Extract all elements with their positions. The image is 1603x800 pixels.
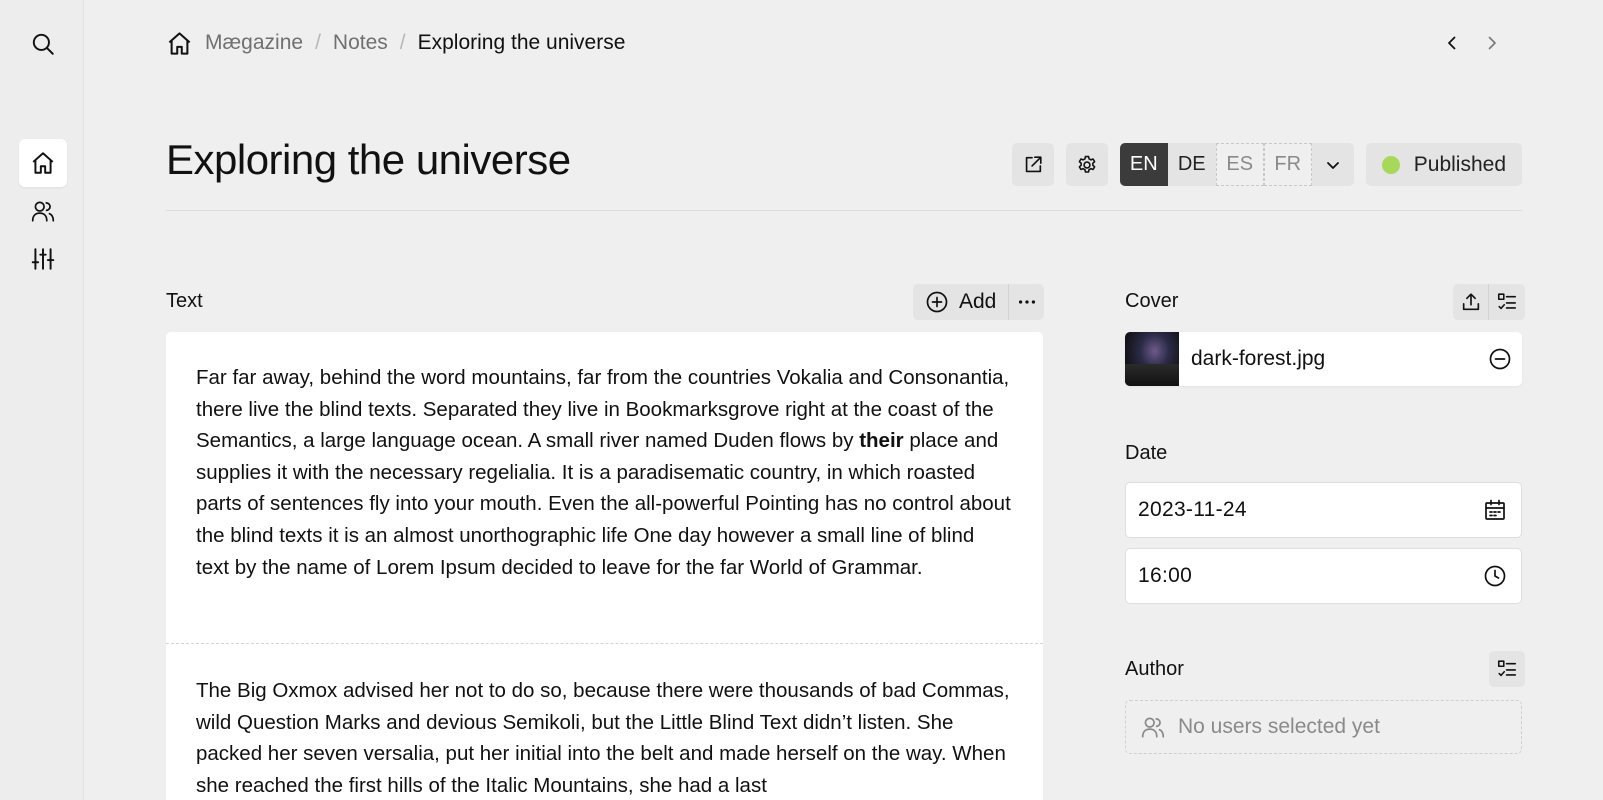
text-block[interactable]: Far far away, behind the word mountains,…: [196, 362, 1013, 583]
date-field-label: Date: [1125, 442, 1168, 464]
previous-page-button[interactable]: [1441, 28, 1463, 58]
next-page-button[interactable]: [1481, 28, 1503, 58]
chevron-right-icon: [1488, 36, 1496, 50]
language-es[interactable]: ES: [1215, 143, 1264, 186]
search-icon: [32, 33, 54, 55]
nav-users[interactable]: [19, 187, 67, 235]
page-pager: [1441, 28, 1503, 58]
language-en[interactable]: EN: [1119, 143, 1168, 186]
breadcrumb-item-site[interactable]: Mægazine: [205, 31, 303, 55]
upload-icon: [1462, 293, 1479, 311]
text-options-button[interactable]: [1008, 284, 1045, 320]
home-icon[interactable]: [166, 30, 193, 57]
status-label: Published: [1413, 152, 1506, 176]
author-empty-state[interactable]: No users selected yet: [1125, 700, 1522, 754]
language-dropdown-button[interactable]: [1311, 143, 1354, 186]
calendar-button[interactable]: [1481, 496, 1509, 524]
text-toolbar: Add: [913, 284, 1045, 320]
text-field-label: Text: [166, 290, 203, 312]
page-title[interactable]: Exploring the universe: [166, 136, 571, 184]
add-block-button[interactable]: Add: [913, 284, 1009, 320]
checklist-icon: [1497, 293, 1517, 310]
cover-file-item[interactable]: dark-forest.jpg: [1125, 332, 1522, 386]
left-rail: [0, 0, 84, 800]
cover-thumbnail: [1125, 332, 1179, 386]
block-divider: [166, 643, 1043, 644]
time-picker-button[interactable]: [1481, 562, 1509, 590]
nav-settings[interactable]: [19, 235, 67, 283]
language-de[interactable]: DE: [1167, 143, 1216, 186]
checklist-icon: [1497, 660, 1517, 677]
select-users-button[interactable]: [1489, 651, 1525, 687]
breadcrumb-item-notes[interactable]: Notes: [333, 31, 388, 55]
page-settings-button[interactable]: [1065, 143, 1108, 186]
breadcrumb: Mægazine / Notes / Exploring the univers…: [166, 26, 625, 60]
cover-file-name: dark-forest.jpg: [1191, 347, 1326, 370]
open-preview-button[interactable]: [1011, 143, 1054, 186]
sliders-icon: [31, 248, 55, 270]
time-input[interactable]: 16:00: [1125, 548, 1522, 604]
date-value: 2023-11-24: [1138, 498, 1247, 521]
add-block-label: Add: [959, 290, 997, 313]
language-switcher: EN DE ES FR: [1119, 143, 1354, 186]
breadcrumb-current[interactable]: Exploring the universe: [418, 31, 626, 55]
author-toolbar: [1453, 651, 1525, 687]
minus-circle-icon: [1489, 348, 1511, 370]
date-input[interactable]: 2023-11-24: [1125, 482, 1522, 538]
home-icon: [32, 152, 54, 174]
remove-cover-button[interactable]: [1478, 332, 1522, 386]
cover-toolbar: [1453, 284, 1525, 320]
language-fr[interactable]: FR: [1263, 143, 1312, 186]
cover-field-label: Cover: [1125, 290, 1179, 312]
author-empty-text: No users selected yet: [1178, 715, 1380, 738]
plus-circle-icon: [926, 291, 948, 313]
breadcrumb-separator: /: [399, 31, 406, 54]
more-horizontal-icon: [1018, 300, 1035, 304]
users-icon: [31, 201, 55, 222]
text-block-bold-run: their: [859, 429, 904, 453]
chevron-down-icon: [1326, 161, 1339, 169]
search-button[interactable]: [19, 20, 67, 68]
calendar-icon: [1485, 499, 1505, 520]
status-indicator: [1381, 155, 1400, 174]
upload-button[interactable]: [1453, 284, 1489, 320]
header-actions: EN DE ES FR Published: [1011, 143, 1522, 186]
gear-icon: [1078, 155, 1096, 173]
clock-icon: [1484, 565, 1506, 587]
text-block[interactable]: The Big Oxmox advised her not to do so, …: [196, 675, 1013, 800]
nav-home[interactable]: [19, 139, 67, 187]
users-icon: [1141, 717, 1165, 738]
chevron-left-icon: [1448, 36, 1456, 50]
time-value: 16:00: [1138, 564, 1193, 587]
text-blocks: Far far away, behind the word mountains,…: [166, 332, 1043, 800]
author-field-label: Author: [1125, 658, 1184, 680]
select-cover-button[interactable]: [1489, 284, 1525, 320]
status-button[interactable]: Published: [1365, 143, 1522, 186]
external-link-icon: [1025, 155, 1042, 172]
breadcrumb-separator: /: [315, 31, 321, 54]
header-divider: [166, 210, 1522, 211]
